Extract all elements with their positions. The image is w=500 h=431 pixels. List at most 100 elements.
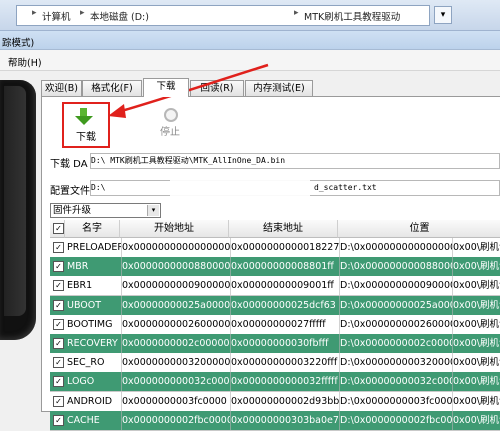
table-row[interactable]: ✓ MBR 0x0000000000880000 0x00000000008801ff… bbox=[50, 257, 500, 278]
cell-loc2: 0x00\刷机包\ bbox=[451, 296, 500, 315]
cell-name: LOGO bbox=[65, 372, 122, 392]
row-checkbox[interactable]: ✓ bbox=[53, 242, 64, 253]
window-title: 踪模式) bbox=[2, 38, 35, 49]
breadcrumb-computer[interactable]: 计算机 bbox=[42, 9, 71, 23]
menu-bar: 帮助(H) bbox=[0, 50, 500, 71]
tab-welcome[interactable]: 欢迎(B) bbox=[41, 80, 82, 96]
row-checkbox[interactable]: ✓ bbox=[53, 280, 64, 292]
table-row[interactable]: ✓ CACHE 0x0000000002fbc0000 0x00000000303ba… bbox=[50, 410, 500, 431]
cell-start: 0x0000000003200000 bbox=[120, 353, 231, 373]
scatter-file-path-end: d_scatter.txt bbox=[314, 183, 377, 192]
cell-loc1: D:\0x0000000003fc0000 bbox=[338, 391, 453, 411]
tab-download[interactable]: 下载 bbox=[143, 78, 189, 97]
breadcrumb-separator: ▸ bbox=[294, 8, 299, 18]
cell-loc1: D:\0x00000000032c0000 bbox=[338, 372, 453, 392]
table-row[interactable]: ✓ BOOTIMG 0x0000000002600000 0x00000000027f… bbox=[50, 314, 500, 335]
app-title-bar: 踪模式) bbox=[0, 31, 500, 50]
cell-loc2: 0x00\刷机包\ bbox=[451, 353, 500, 372]
breadcrumb-mtk-folder[interactable]: MTK刷机工具教程驱动 bbox=[304, 9, 400, 23]
cell-start: 0x0000000002fbc0000 bbox=[120, 410, 231, 430]
cell-end: 0x00000000003220fff bbox=[229, 353, 340, 373]
table-row[interactable]: ✓ LOGO 0x000000000032c0000 0x0000000000032f… bbox=[50, 372, 500, 393]
cell-end: 0x00000000027fffff bbox=[229, 314, 340, 334]
table-row[interactable]: ✓ SEC_RO 0x0000000003200000 0x0000000000322… bbox=[50, 353, 500, 374]
cell-loc2: 0x00\刷机包\ bbox=[451, 411, 500, 430]
cell-loc1: D:\0x0000000002fbc0000 bbox=[338, 410, 453, 430]
cell-start: 0x0000000003fc0000 bbox=[120, 391, 231, 411]
header-location[interactable]: 位置 bbox=[338, 220, 500, 238]
cell-name: UBOOT bbox=[65, 295, 122, 315]
row-checkbox[interactable]: ✓ bbox=[53, 414, 64, 426]
header-start-address[interactable]: 开始地址 bbox=[120, 220, 229, 238]
scatter-file-label: 配置文件 bbox=[50, 186, 90, 197]
cell-end: 0x00000000002d93bbb7 bbox=[229, 391, 340, 411]
breadcrumb-separator: ▸ bbox=[32, 8, 37, 18]
row-checkbox[interactable]: ✓ bbox=[53, 338, 64, 349]
cell-name: MBR bbox=[65, 257, 122, 277]
stop-button[interactable]: 停止 bbox=[152, 106, 188, 138]
cell-end: 0x00000000025dcf63 bbox=[229, 295, 340, 315]
row-checkbox[interactable]: ✓ bbox=[53, 318, 64, 330]
download-button[interactable]: 下载 bbox=[62, 102, 110, 148]
table-row[interactable]: ✓ PRELOADER 0x0000000000000000 0x0000000000… bbox=[50, 238, 500, 258]
cell-start: 0x00000000025a0000 bbox=[120, 295, 231, 315]
breadcrumb-local-disk[interactable]: 本地磁盘 (D:) bbox=[90, 9, 149, 23]
tab-readback[interactable]: 回读(R) bbox=[190, 80, 244, 96]
phone-image bbox=[0, 80, 36, 340]
cell-name: ANDROID bbox=[65, 391, 122, 411]
download-arrow-icon bbox=[80, 108, 87, 116]
table-row[interactable]: ✓ ANDROID 0x0000000003fc0000 0x00000000002d… bbox=[50, 391, 500, 412]
cell-loc1: D:\0x00000000025a0000 bbox=[338, 295, 453, 315]
cell-loc1: D:\0x0000000003200000 bbox=[338, 353, 453, 373]
cell-name: BOOTIMG bbox=[65, 314, 122, 334]
table-row[interactable]: ✓ RECOVERY 0x0000000002c00000 0x00000000030… bbox=[50, 334, 500, 354]
cell-loc2: 0x00\刷机包\ bbox=[451, 315, 500, 334]
cell-end: 0x00000000030fbfff bbox=[229, 334, 340, 353]
download-button-label: 下载 bbox=[76, 132, 96, 143]
row-checkbox[interactable]: ✓ bbox=[53, 261, 64, 273]
cell-loc1: D:\0x0000000000900000 bbox=[338, 276, 453, 296]
download-arrow-icon-head bbox=[75, 116, 93, 125]
menu-help[interactable]: 帮助(H) bbox=[8, 55, 42, 69]
mode-select[interactable]: 固件升级 ▾ bbox=[50, 203, 161, 218]
cell-loc2: 0x00\刷机包\ bbox=[451, 372, 500, 391]
mode-select-value: 固件升级 bbox=[53, 205, 92, 216]
cell-start: 0x0000000002600000 bbox=[120, 314, 231, 334]
cell-loc2: 0x00\刷机包\ bbox=[451, 238, 500, 257]
row-checkbox[interactable]: ✓ bbox=[53, 357, 64, 369]
select-all-checkbox[interactable]: ✓ bbox=[53, 223, 64, 234]
row-checkbox[interactable]: ✓ bbox=[53, 395, 64, 407]
chevron-down-icon[interactable]: ▾ bbox=[147, 205, 159, 216]
explorer-address-bar: ▸ 计算机 ▸ 本地磁盘 (D:) ▸ MTK刷机工具教程驱动 ▾ bbox=[0, 0, 500, 31]
cell-start: 0x0000000000000000 bbox=[120, 238, 231, 257]
table-row[interactable]: ✓ UBOOT 0x00000000025a0000 0x00000000025dcf… bbox=[50, 295, 500, 316]
cell-end: 0x0000000000032fffff bbox=[229, 372, 340, 392]
cell-loc1: D:\0x0000000002c00000 bbox=[338, 334, 453, 353]
row-checkbox[interactable]: ✓ bbox=[53, 376, 64, 388]
scatter-file-path-start: D:\ bbox=[91, 183, 106, 192]
header-name[interactable]: 名字 bbox=[65, 220, 120, 238]
stop-button-label: 停止 bbox=[160, 127, 180, 138]
tab-format[interactable]: 格式化(F) bbox=[82, 80, 142, 96]
cell-loc2: 0x00\刷机包\ bbox=[451, 276, 500, 295]
cell-loc2: 0x00\刷机包\ bbox=[451, 392, 500, 411]
cell-name: SEC_RO bbox=[65, 353, 122, 373]
redaction-overlay bbox=[170, 172, 310, 200]
cell-loc1: D:\0x0000000002600000 bbox=[338, 314, 453, 334]
tab-memory-test[interactable]: 内存测试(E) bbox=[245, 80, 313, 96]
download-da-field[interactable]: D:\ MTK刷机工具教程驱动\MTK_AllInOne_DA.bin bbox=[90, 153, 500, 169]
cell-end: 0x00000000303ba0e7 bbox=[229, 410, 340, 430]
cell-end: 0x00000000008801ff bbox=[229, 257, 340, 277]
cell-start: 0x0000000000900000 bbox=[120, 276, 231, 296]
header-end-address[interactable]: 结束地址 bbox=[229, 220, 338, 238]
table-row[interactable]: ✓ EBR1 0x0000000000900000 0x00000000009001f… bbox=[50, 276, 500, 297]
cell-loc1: D:\0x0000000000880000 bbox=[338, 257, 453, 277]
cell-end: 0x00000000009001ff bbox=[229, 276, 340, 296]
cell-end: 0x0000000000018227 bbox=[229, 238, 340, 257]
cell-name: PRELOADER bbox=[65, 238, 122, 257]
header-check[interactable]: ✓ bbox=[50, 220, 65, 238]
row-checkbox[interactable]: ✓ bbox=[53, 299, 64, 311]
address-dropdown-button[interactable]: ▾ bbox=[434, 6, 452, 24]
download-da-label: 下载 DA bbox=[50, 159, 88, 170]
cell-loc2: 0x00\刷机包\ bbox=[451, 257, 500, 276]
